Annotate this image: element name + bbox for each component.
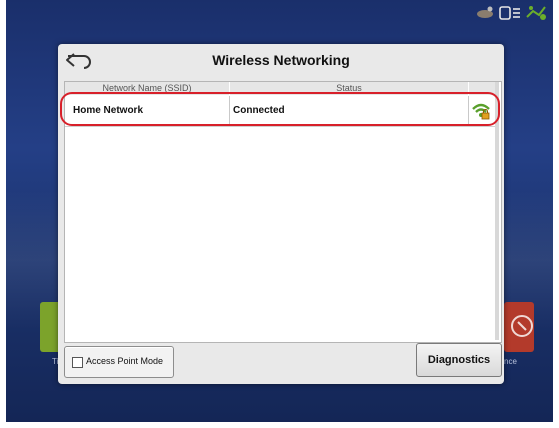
display-mode-icon [499,5,521,26]
wireless-status-icon [525,3,549,28]
network-status: Connected [233,105,285,116]
status-bar [475,2,549,28]
access-point-mode-label: Access Point Mode [86,356,164,366]
gps-satellite-icon [475,6,495,25]
access-point-mode-checkbox[interactable]: Access Point Mode [64,346,174,378]
column-divider [468,96,469,126]
column-header-status[interactable]: Status [230,82,468,95]
background-tile-label-right: nce [504,357,517,366]
column-divider [229,96,230,126]
column-header-ssid[interactable]: Network Name (SSID) [65,82,229,95]
network-row[interactable]: Home Network Connected [65,96,495,127]
column-header-signal [469,82,495,95]
wifi-lock-icon [471,101,491,126]
diagnostics-button[interactable]: Diagnostics [416,343,502,377]
list-scrollbar[interactable] [495,82,499,340]
dialog-title-bar: Wireless Networking [58,44,504,77]
checkbox-box[interactable] [72,357,83,368]
network-list[interactable]: Network Name (SSID) Status Home Network … [64,81,502,343]
wireless-networking-dialog: Wireless Networking Network Name (SSID) … [58,44,504,384]
network-ssid: Home Network [73,105,144,116]
background-app-tile-right [504,302,534,352]
dialog-title: Wireless Networking [212,52,350,68]
